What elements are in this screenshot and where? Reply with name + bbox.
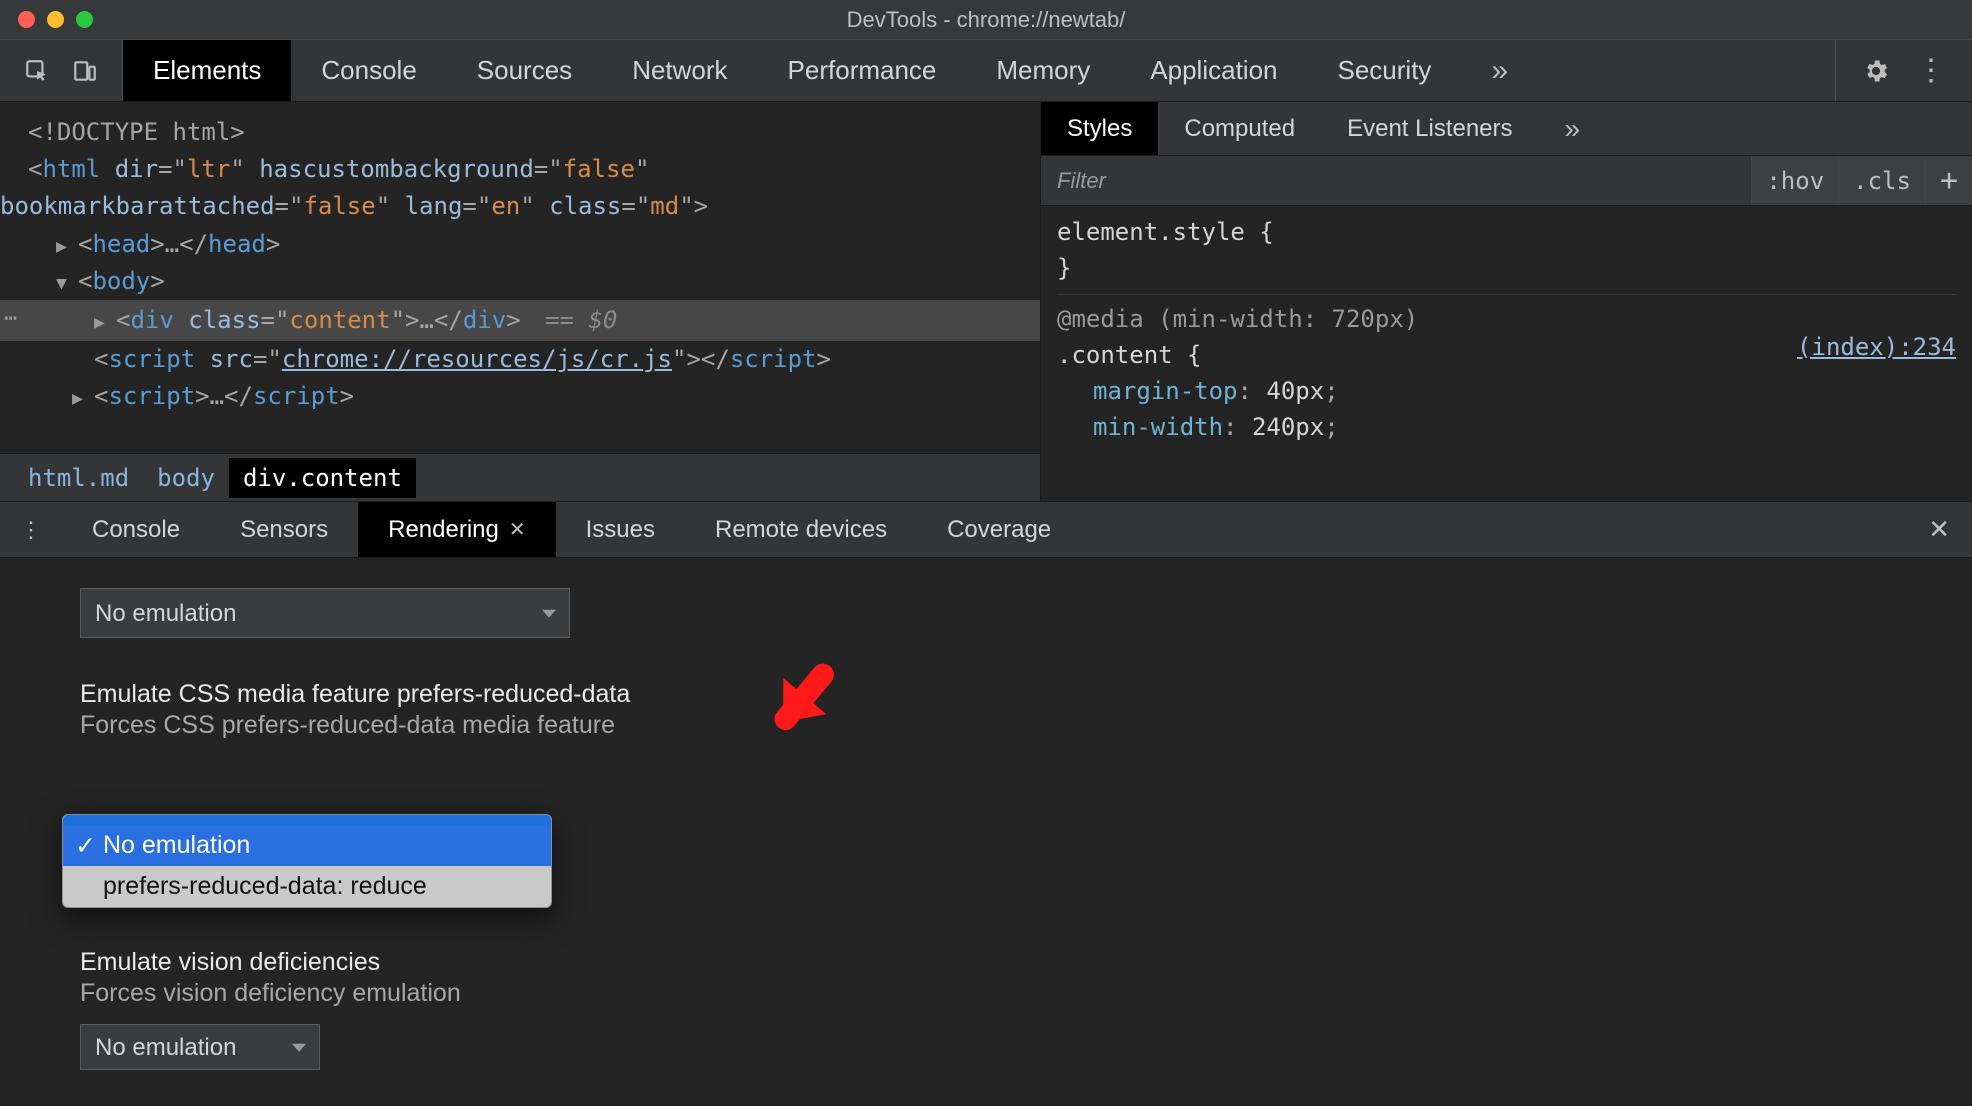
styles-rules[interactable]: element.style { } @media (min-width: 720… bbox=[1041, 206, 1972, 501]
option-no-emulation[interactable]: No emulation bbox=[63, 825, 551, 866]
drawer-tab-sensors[interactable]: Sensors bbox=[210, 502, 358, 557]
tab-console[interactable]: Console bbox=[291, 40, 446, 101]
window-titlebar: DevTools - chrome://newtab/ bbox=[0, 0, 1972, 40]
tabs-overflow-icon[interactable]: » bbox=[1461, 40, 1538, 101]
tab-sources[interactable]: Sources bbox=[447, 40, 602, 101]
styles-filter-input[interactable] bbox=[1041, 156, 1751, 205]
dom-html-open-cont[interactable]: bookmarkbarattached="false" lang="en" cl… bbox=[0, 188, 1022, 225]
device-toolbar-icon[interactable] bbox=[72, 58, 98, 84]
inspect-element-icon[interactable] bbox=[24, 58, 50, 84]
drawer-close-icon[interactable]: ✕ bbox=[1906, 502, 1972, 557]
crumb-selected[interactable]: div.content bbox=[229, 458, 416, 498]
dom-breadcrumbs: html.md body div.content bbox=[0, 453, 1040, 501]
window-maximize-button[interactable] bbox=[76, 11, 93, 28]
rendering-top-select[interactable]: No emulation bbox=[80, 588, 570, 638]
styles-panel: Styles Computed Event Listeners » :hov .… bbox=[1040, 102, 1972, 501]
dom-tree[interactable]: <!DOCTYPE html> <html dir="ltr" hascusto… bbox=[0, 102, 1040, 453]
styles-tab-styles[interactable]: Styles bbox=[1041, 102, 1158, 155]
rule-element-style[interactable]: element.style { } bbox=[1057, 214, 1956, 295]
styles-cls-button[interactable]: .cls bbox=[1838, 156, 1925, 205]
styles-add-rule-button[interactable]: + bbox=[1925, 156, 1972, 205]
styles-tab-computed[interactable]: Computed bbox=[1158, 102, 1321, 155]
dom-script-cr[interactable]: <script src="chrome://resources/js/cr.js… bbox=[28, 341, 1022, 378]
drawer-tab-coverage[interactable]: Coverage bbox=[917, 502, 1081, 557]
tab-application[interactable]: Application bbox=[1120, 40, 1307, 101]
settings-gear-icon[interactable] bbox=[1862, 57, 1890, 85]
styles-tabs-overflow-icon[interactable]: » bbox=[1539, 102, 1607, 155]
rendering-panel: No emulation Emulate CSS media feature p… bbox=[0, 558, 1972, 1106]
tab-performance[interactable]: Performance bbox=[758, 40, 967, 101]
styles-tab-listeners[interactable]: Event Listeners bbox=[1321, 102, 1538, 155]
section-prefers-reduced-data-title: Emulate CSS media feature prefers-reduce… bbox=[80, 680, 1892, 709]
crumb-body[interactable]: body bbox=[143, 458, 229, 498]
drawer-tab-remote[interactable]: Remote devices bbox=[685, 502, 917, 557]
option-prefers-reduced-data-reduce[interactable]: prefers-reduced-data: reduce bbox=[63, 866, 551, 907]
drawer-tab-rendering-label: Rendering bbox=[388, 516, 499, 544]
drawer-tab-console[interactable]: Console bbox=[62, 502, 210, 557]
window-close-button[interactable] bbox=[18, 11, 35, 28]
window-title: DevTools - chrome://newtab/ bbox=[0, 7, 1972, 33]
section-vision-deficiencies-desc: Forces vision deficiency emulation bbox=[80, 979, 1892, 1008]
annotation-arrow-icon bbox=[760, 640, 860, 740]
main-tabs: Elements Console Sources Network Perform… bbox=[123, 40, 1538, 101]
traffic-lights bbox=[18, 11, 93, 28]
elements-dom-panel: <!DOCTYPE html> <html dir="ltr" hascusto… bbox=[0, 102, 1040, 501]
crumb-html[interactable]: html.md bbox=[14, 458, 143, 498]
dom-script-collapsed[interactable]: ▶<script>…</script> bbox=[28, 378, 1022, 415]
dom-body-open[interactable]: ▼<body> bbox=[28, 263, 1022, 300]
dom-doctype[interactable]: <!DOCTYPE html> bbox=[28, 114, 1022, 151]
dom-html-open[interactable]: <html dir="ltr" hascustombackground="fal… bbox=[28, 151, 1022, 188]
rule-source-link[interactable]: (index):234 bbox=[1797, 329, 1956, 365]
drawer-kebab-icon[interactable]: ⋮ bbox=[0, 502, 62, 557]
prefers-reduced-data-select-open[interactable]: No emulation prefers-reduced-data: reduc… bbox=[62, 814, 552, 908]
styles-toolbar: :hov .cls + bbox=[1041, 156, 1972, 206]
tab-memory[interactable]: Memory bbox=[966, 40, 1120, 101]
drawer: ⋮ Console Sensors Rendering ✕ Issues Rem… bbox=[0, 502, 1972, 1106]
drawer-tab-close-icon[interactable]: ✕ bbox=[509, 517, 526, 542]
tab-network[interactable]: Network bbox=[602, 40, 757, 101]
main-tabbar: Elements Console Sources Network Perform… bbox=[0, 40, 1972, 102]
rule-content[interactable]: @media (min-width: 720px) .content { (in… bbox=[1057, 301, 1956, 453]
styles-tabs: Styles Computed Event Listeners » bbox=[1041, 102, 1972, 156]
section-vision-deficiencies-title: Emulate vision deficiencies bbox=[80, 948, 1892, 977]
dom-head-collapsed[interactable]: ▶<head>…</head> bbox=[28, 226, 1022, 263]
drawer-tab-issues[interactable]: Issues bbox=[556, 502, 685, 557]
dom-dollar-zero: == $0 bbox=[545, 306, 617, 334]
window-minimize-button[interactable] bbox=[47, 11, 64, 28]
tab-security[interactable]: Security bbox=[1308, 40, 1462, 101]
dom-selected-node[interactable]: ▶<div class="content">…</div> == $0 bbox=[0, 300, 1040, 341]
vision-deficiencies-select[interactable]: No emulation bbox=[80, 1024, 320, 1070]
kebab-menu-icon[interactable]: ⋮ bbox=[1916, 53, 1946, 88]
drawer-tabs: ⋮ Console Sensors Rendering ✕ Issues Rem… bbox=[0, 502, 1972, 558]
styles-hov-button[interactable]: :hov bbox=[1751, 156, 1838, 205]
tab-elements[interactable]: Elements bbox=[123, 40, 291, 101]
section-prefers-reduced-data-desc: Forces CSS prefers-reduced-data media fe… bbox=[80, 711, 1892, 740]
drawer-tab-rendering[interactable]: Rendering ✕ bbox=[358, 502, 556, 557]
